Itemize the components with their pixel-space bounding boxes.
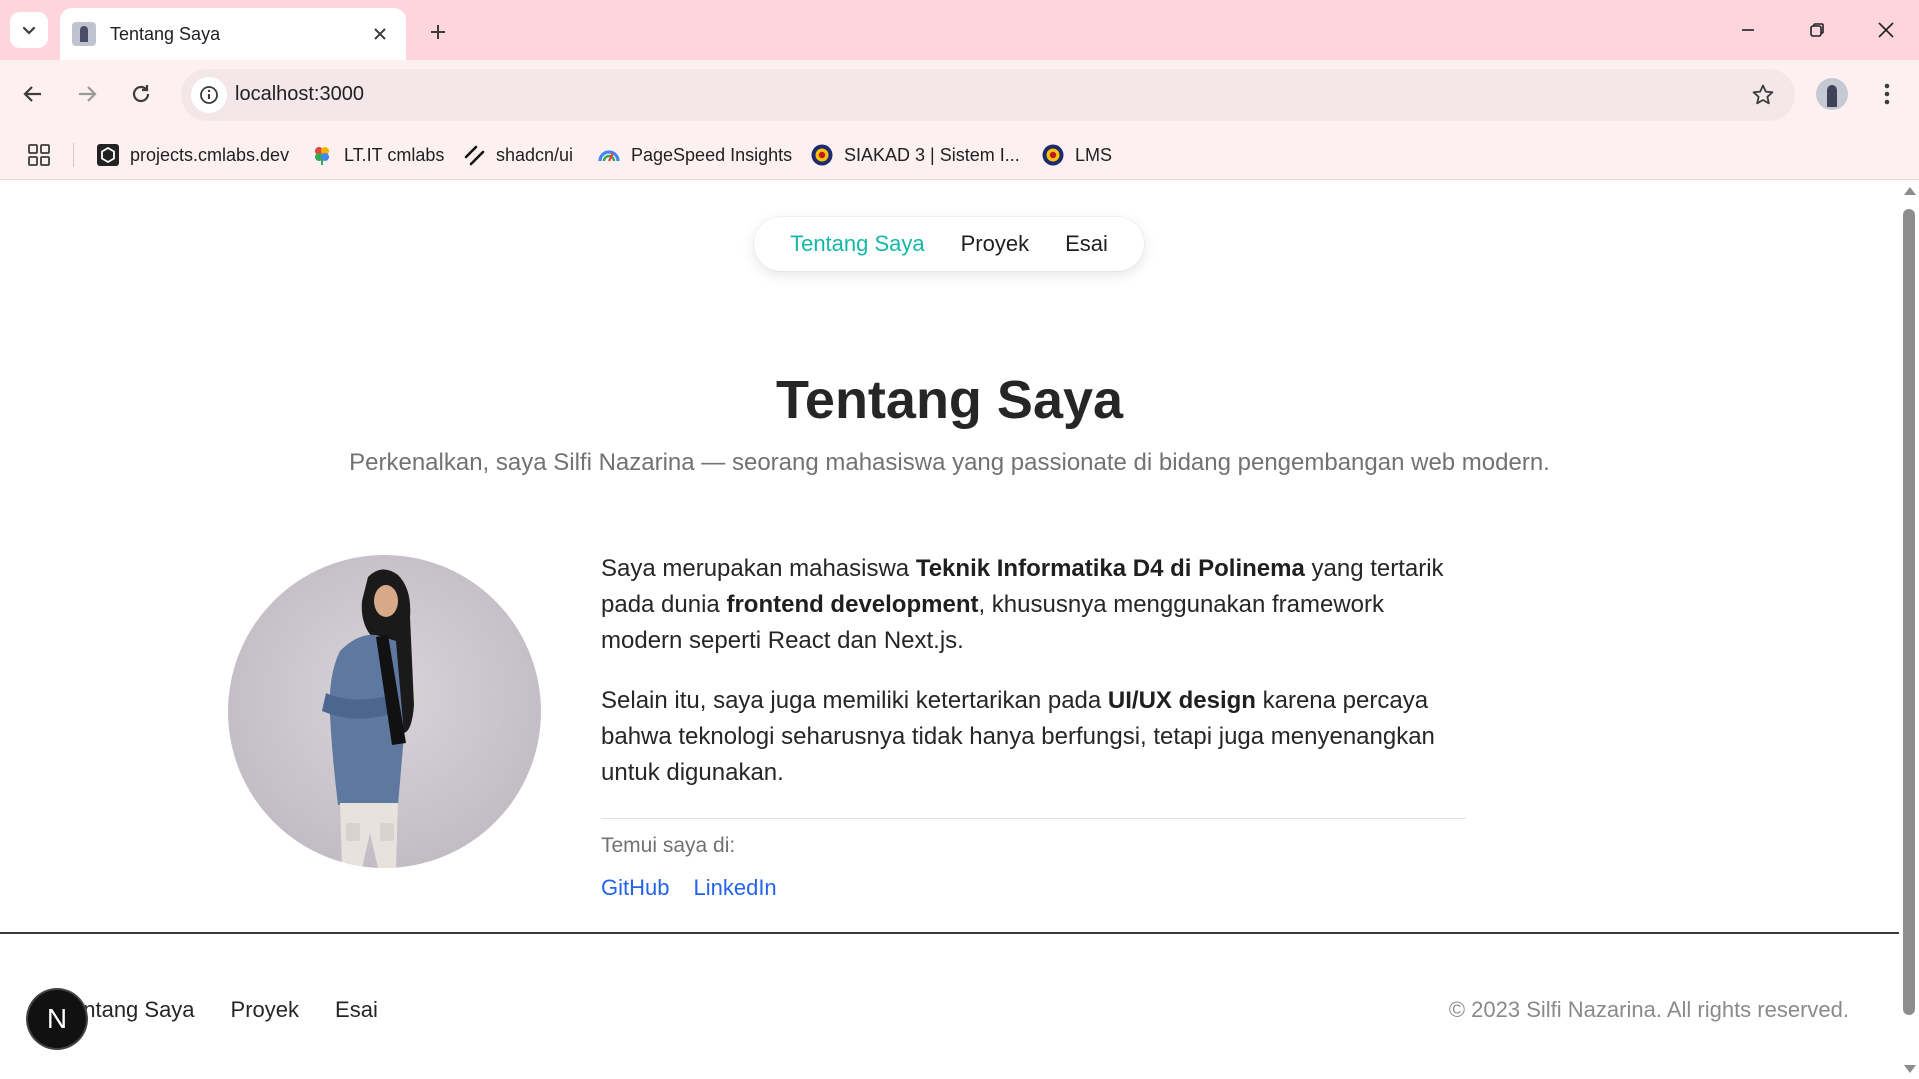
apps-button[interactable] xyxy=(24,140,54,170)
restore-button[interactable] xyxy=(1789,8,1845,52)
bookmark-item[interactable]: PageSpeed Insights xyxy=(597,130,792,180)
plus-icon xyxy=(431,25,445,39)
bookmark-label: shadcn/ui xyxy=(496,144,574,165)
page-subtitle: Perkenalkan, saya Silfi Nazarina — seora… xyxy=(349,449,1550,476)
about-paragraph-2: Selain itu, saya juga memiliki ketertari… xyxy=(601,687,1435,786)
bookmark-item[interactable]: LT.IT cmlabs xyxy=(310,130,444,180)
about-divider xyxy=(601,818,1466,819)
pagespeed-icon xyxy=(597,143,621,167)
browser-menu-button[interactable] xyxy=(1872,74,1902,114)
close-icon xyxy=(1878,22,1894,38)
profile-avatar[interactable] xyxy=(1816,78,1848,110)
browser-titlebar: Tentang Saya xyxy=(0,0,1919,60)
info-icon xyxy=(200,86,218,104)
star-icon xyxy=(1752,84,1774,105)
bookmark-star-button[interactable] xyxy=(1749,81,1777,109)
footer-navigation: Tentang Saya Proyek Esai xyxy=(60,997,378,1023)
profile-photo xyxy=(228,555,541,868)
bookmark-label: SIAKAD 3 | Sistem I... xyxy=(844,144,1020,165)
new-tab-button[interactable] xyxy=(420,14,456,50)
copyright-text: © 2023 Silfi Nazarina. All rights reserv… xyxy=(1448,997,1849,1022)
linkedin-link[interactable]: LinkedIn xyxy=(693,875,776,901)
bookmark-label: PageSpeed Insights xyxy=(631,144,793,165)
nav-link-tentang-saya[interactable]: Tentang Saya xyxy=(790,231,925,257)
tab-favicon-icon xyxy=(72,22,96,46)
footer-link-proyek[interactable]: Proyek xyxy=(231,997,299,1023)
scroll-down-arrow-icon[interactable] xyxy=(1904,1065,1916,1073)
meet-label: Temui saya di: xyxy=(601,834,736,857)
back-button[interactable] xyxy=(13,74,53,114)
restore-icon xyxy=(1810,23,1824,37)
scroll-up-arrow-icon[interactable] xyxy=(1904,187,1916,195)
bookmark-item[interactable]: LMS xyxy=(1041,130,1112,180)
bookmark-item[interactable]: SIAKAD 3 | Sistem I... xyxy=(810,130,1020,180)
bookmarks-bar: projects.cmlabs.dev LT.IT cmlabs shadcn/… xyxy=(0,130,1919,180)
top-navigation: Tentang Saya Proyek Esai xyxy=(754,217,1144,271)
url-text[interactable]: localhost:3000 xyxy=(235,83,364,106)
cmlabs-flower-icon xyxy=(310,143,334,167)
bookmark-label: LMS xyxy=(1075,144,1113,165)
bookmark-item[interactable]: shadcn/ui xyxy=(462,130,573,180)
bookmark-item[interactable]: projects.cmlabs.dev xyxy=(96,130,289,180)
shadcn-icon xyxy=(462,143,486,167)
address-bar[interactable]: localhost:3000 xyxy=(181,69,1795,121)
bookmark-label: LT.IT cmlabs xyxy=(344,144,445,165)
chevron-down-icon xyxy=(22,26,36,35)
nextjs-logo-icon: N xyxy=(46,1003,68,1034)
apps-grid-icon xyxy=(28,144,50,166)
reload-icon xyxy=(132,85,150,103)
forward-button[interactable] xyxy=(67,74,107,114)
scrollbar-thumb[interactable] xyxy=(1903,209,1915,1015)
about-text: Saya merupakan mahasiswa Teknik Informat… xyxy=(601,551,1466,815)
about-paragraph-1: Saya merupakan mahasiswa Teknik Informat… xyxy=(601,555,1444,654)
footer-divider xyxy=(0,932,1899,934)
page-viewport: Tentang Saya Proyek Esai Tentang Saya Pe… xyxy=(0,181,1899,1079)
footer-link-esai[interactable]: Esai xyxy=(335,997,378,1023)
site-info-button[interactable] xyxy=(191,77,227,113)
arrow-left-icon xyxy=(23,86,41,102)
tab-close-button[interactable] xyxy=(368,22,392,46)
active-tab[interactable]: Tentang Saya xyxy=(60,8,406,60)
more-vertical-icon xyxy=(1884,83,1890,105)
nav-link-proyek[interactable]: Proyek xyxy=(961,231,1029,257)
tab-title: Tentang Saya xyxy=(110,23,221,44)
minimize-icon xyxy=(1742,29,1754,31)
tab-search-button[interactable] xyxy=(10,12,48,48)
polinema-icon xyxy=(1041,143,1065,167)
arrow-right-icon xyxy=(79,86,97,102)
close-window-button[interactable] xyxy=(1858,8,1914,52)
cmlabs-icon xyxy=(96,143,120,167)
bookmark-label: projects.cmlabs.dev xyxy=(130,144,290,165)
nav-link-esai[interactable]: Esai xyxy=(1065,231,1108,257)
bookmark-divider xyxy=(73,143,74,167)
reload-button[interactable] xyxy=(121,74,161,114)
browser-toolbar: localhost:3000 xyxy=(0,60,1919,130)
nextjs-dev-tools-button[interactable]: N xyxy=(28,990,86,1048)
page-scrollbar[interactable] xyxy=(1899,181,1919,1079)
github-link[interactable]: GitHub xyxy=(601,875,669,901)
page-title: Tentang Saya xyxy=(775,370,1124,430)
minimize-button[interactable] xyxy=(1720,8,1776,52)
close-icon xyxy=(374,28,386,40)
person-illustration xyxy=(322,569,414,868)
social-links: GitHub LinkedIn xyxy=(601,875,777,901)
polinema-icon xyxy=(810,143,834,167)
